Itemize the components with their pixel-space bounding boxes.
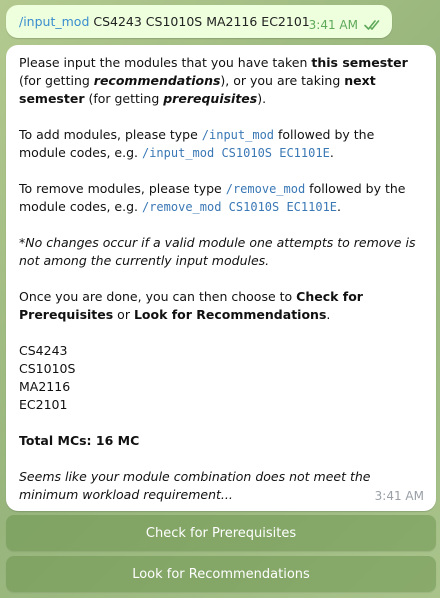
text-span: Once you are done, you can then choose t… bbox=[19, 289, 297, 304]
warning-paragraph: Seems like your module combination does … bbox=[19, 468, 424, 504]
outgoing-modules-text: CS4243 CS1010S MA2116 EC2101 bbox=[93, 14, 310, 29]
remove-mod-example-code[interactable]: /remove_mod CS1010S EC1101E bbox=[142, 200, 337, 214]
total-mcs-text: Total MCs: 16 MC bbox=[19, 433, 140, 448]
command-link[interactable]: /input_mod bbox=[19, 14, 89, 29]
text-span: To remove modules, please type bbox=[19, 181, 226, 196]
module-list-item: MA2116 bbox=[19, 379, 71, 394]
remove-paragraph: To remove modules, please type /remove_m… bbox=[19, 180, 424, 216]
warning-text: Seems like your module combination does … bbox=[19, 469, 371, 502]
bold-text: this semester bbox=[311, 55, 408, 70]
text-span: Please input the modules that you have t… bbox=[19, 55, 312, 70]
text-span: (for getting bbox=[84, 91, 164, 106]
text-span: or bbox=[113, 307, 134, 322]
incoming-message: Please input the modules that you have t… bbox=[6, 45, 436, 511]
outgoing-message: /input_mod CS4243 CS1010S MA2116 EC2101 … bbox=[6, 5, 392, 38]
module-list-item: CS4243 bbox=[19, 343, 68, 358]
outgoing-meta: 3:41 AM bbox=[309, 18, 382, 32]
module-list-item: CS1010S bbox=[19, 361, 76, 376]
double-check-icon bbox=[364, 20, 380, 30]
input-mod-code[interactable]: /input_mod bbox=[202, 128, 274, 142]
input-mod-example-code[interactable]: /input_mod CS1010S EC1101E bbox=[142, 146, 330, 160]
intro-paragraph: Please input the modules that you have t… bbox=[19, 54, 424, 108]
text-span: . bbox=[329, 145, 334, 160]
choose-paragraph: Once you are done, you can then choose t… bbox=[19, 288, 424, 324]
text-span: ). bbox=[257, 91, 267, 106]
note-text: *No changes occur if a valid module one … bbox=[19, 235, 416, 268]
add-paragraph: To add modules, please type /input_mod f… bbox=[19, 126, 424, 162]
incoming-time: 3:41 AM bbox=[374, 489, 424, 503]
text-span: ), or you are taking bbox=[220, 73, 345, 88]
check-prerequisites-button[interactable]: Check for Prerequisites bbox=[6, 515, 436, 551]
bold-italic-text: prerequisites bbox=[163, 91, 258, 106]
note-paragraph: *No changes occur if a valid module one … bbox=[19, 234, 424, 270]
look-for-recommendations-button[interactable]: Look for Recommendations bbox=[6, 556, 436, 592]
text-span: . bbox=[337, 199, 342, 214]
module-list-item: EC2101 bbox=[19, 397, 68, 412]
text-span: (for getting bbox=[19, 73, 94, 88]
bold-italic-text: recommendations bbox=[93, 73, 221, 88]
outgoing-time: 3:41 AM bbox=[308, 18, 358, 32]
text-span: To add modules, please type bbox=[19, 127, 202, 142]
remove-mod-code[interactable]: /remove_mod bbox=[226, 182, 305, 196]
total-mcs: Total MCs: 16 MC bbox=[19, 432, 424, 450]
bold-text: Look for Recommendations bbox=[133, 307, 327, 322]
text-span: . bbox=[326, 307, 331, 322]
